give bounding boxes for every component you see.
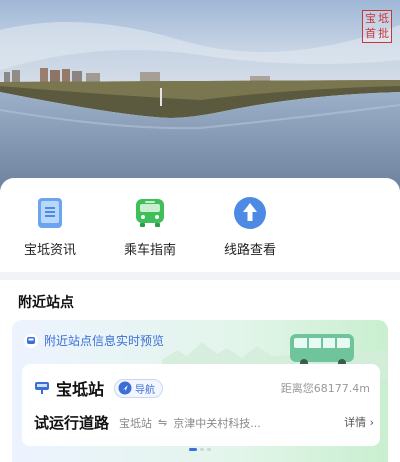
- bus-icon: [133, 196, 167, 230]
- direction-arrows-icon: ⇋: [158, 416, 168, 429]
- line-row[interactable]: 试运行道路 宝坻站 ⇋ 京津中关村科技... 详情 ›: [34, 412, 374, 433]
- quick-item-news[interactable]: 宝坻资讯: [0, 196, 100, 258]
- pager-dot[interactable]: [207, 448, 211, 451]
- carousel-pager: [0, 448, 400, 451]
- banner-image: 宝 坻 首 批: [0, 0, 400, 195]
- nearby-station-card: 附近站点信息实时预览 宝坻站 导航 距离您68177.4m 试运行道路 宝坻站 …: [12, 320, 388, 462]
- quick-menu: 宝坻资讯 乘车指南 线路查看: [0, 178, 400, 272]
- pager-dot[interactable]: [200, 448, 204, 451]
- station-name: 宝坻站: [56, 380, 105, 399]
- navigate-button[interactable]: 导航: [114, 378, 164, 398]
- line-from: 宝坻站: [119, 416, 153, 430]
- quick-item-label: 乘车指南: [123, 243, 176, 258]
- pager-dot[interactable]: [189, 448, 197, 451]
- station-info-card[interactable]: 宝坻站 导航 距离您68177.4m 试运行道路 宝坻站 ⇋ 京津中关村科技..…: [22, 364, 380, 446]
- quick-item-routes[interactable]: 线路查看: [200, 196, 300, 258]
- seal-stamp-icon: 宝 坻 首 批: [362, 10, 392, 43]
- quick-item-label: 宝坻资讯: [23, 243, 76, 258]
- route-arrow-icon: [233, 196, 267, 230]
- line-to: 京津中关村科技...: [173, 416, 261, 430]
- line-name: 试运行道路: [34, 414, 110, 432]
- bus-stop-icon: [34, 379, 50, 398]
- news-phone-icon: [33, 196, 67, 230]
- distance-text: 距离您68177.4m: [280, 382, 370, 395]
- quick-item-label: 线路查看: [223, 243, 276, 258]
- detail-link[interactable]: 详情 ›: [344, 414, 374, 430]
- nearby-section: 附近站点 附近站点信息实时预览 宝坻站 导航 距离您68177.4m 试运行道路…: [0, 280, 400, 462]
- quick-item-guide[interactable]: 乘车指南: [100, 196, 200, 258]
- bus-small-icon: [24, 333, 38, 348]
- section-title: 附近站点: [18, 295, 74, 311]
- realtime-preview-label: 附近站点信息实时预览: [24, 332, 164, 349]
- app-page: 宝 坻 首 批 宝坻资讯 乘车指南 线路查看 附近站点 附近站点信息实时预览 宝…: [0, 0, 400, 462]
- compass-icon: [118, 381, 132, 395]
